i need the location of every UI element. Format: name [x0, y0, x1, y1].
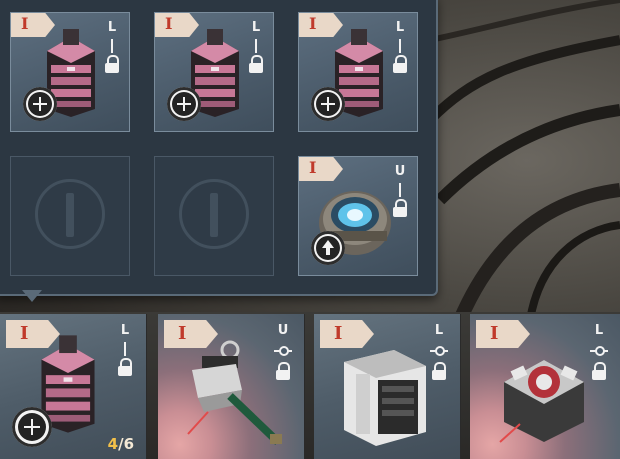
slot-type-letter: L	[107, 20, 117, 35]
ammo-count: 4/6	[107, 435, 134, 453]
slot-type-letter: L	[251, 20, 261, 35]
panel-slot-4-empty[interactable]	[10, 156, 130, 276]
lock-icon	[117, 358, 133, 376]
lock-icon	[591, 362, 607, 380]
slot-type-letter: L	[395, 20, 405, 35]
slot-side-info: L	[103, 21, 121, 73]
slot-type-letter: U	[277, 323, 289, 338]
slot-side-info: U	[391, 165, 409, 217]
equipment-slot-1[interactable]: I L 4/6	[0, 314, 147, 459]
armor-block-icon	[344, 350, 426, 446]
lock-icon	[275, 362, 291, 380]
item-selection-panel: I L I L I L I U	[0, 0, 438, 296]
slot-type-letter: L	[434, 323, 444, 338]
add-button[interactable]	[311, 87, 345, 121]
slot-side-info: L	[391, 21, 409, 73]
lock-icon	[104, 55, 120, 73]
slot-side-info: L	[247, 21, 265, 73]
panel-pointer	[22, 290, 42, 302]
upgrade-button[interactable]	[311, 231, 345, 265]
panel-slot-1[interactable]: I L	[10, 12, 130, 132]
equipment-slot-4[interactable]: I L	[470, 314, 620, 459]
turret-weapon-icon	[187, 340, 282, 445]
panel-slot-3[interactable]: I L	[298, 12, 418, 132]
add-button[interactable]	[23, 87, 57, 121]
panel-slot-6[interactable]: I U	[298, 156, 418, 276]
add-button[interactable]	[167, 87, 201, 121]
lock-icon	[248, 55, 264, 73]
slot-side-info: U	[274, 324, 292, 380]
panel-slot-5-empty[interactable]	[154, 156, 274, 276]
slot-side-info: L	[590, 324, 608, 380]
slot-type-letter: L	[594, 323, 604, 338]
mine-device-icon	[499, 360, 584, 443]
slot-side-info: L	[430, 324, 448, 380]
lock-icon	[392, 55, 408, 73]
equipment-slot-3[interactable]: I L	[314, 314, 461, 459]
equipment-slot-2[interactable]: I U	[158, 314, 305, 459]
slot-type-letter: L	[120, 323, 130, 338]
panel-slot-2[interactable]: I L	[154, 12, 274, 132]
lock-icon	[392, 199, 408, 217]
lock-icon	[431, 362, 447, 380]
add-button[interactable]	[12, 407, 52, 447]
slot-side-info: L	[116, 324, 134, 376]
slot-type-letter: U	[394, 164, 406, 179]
